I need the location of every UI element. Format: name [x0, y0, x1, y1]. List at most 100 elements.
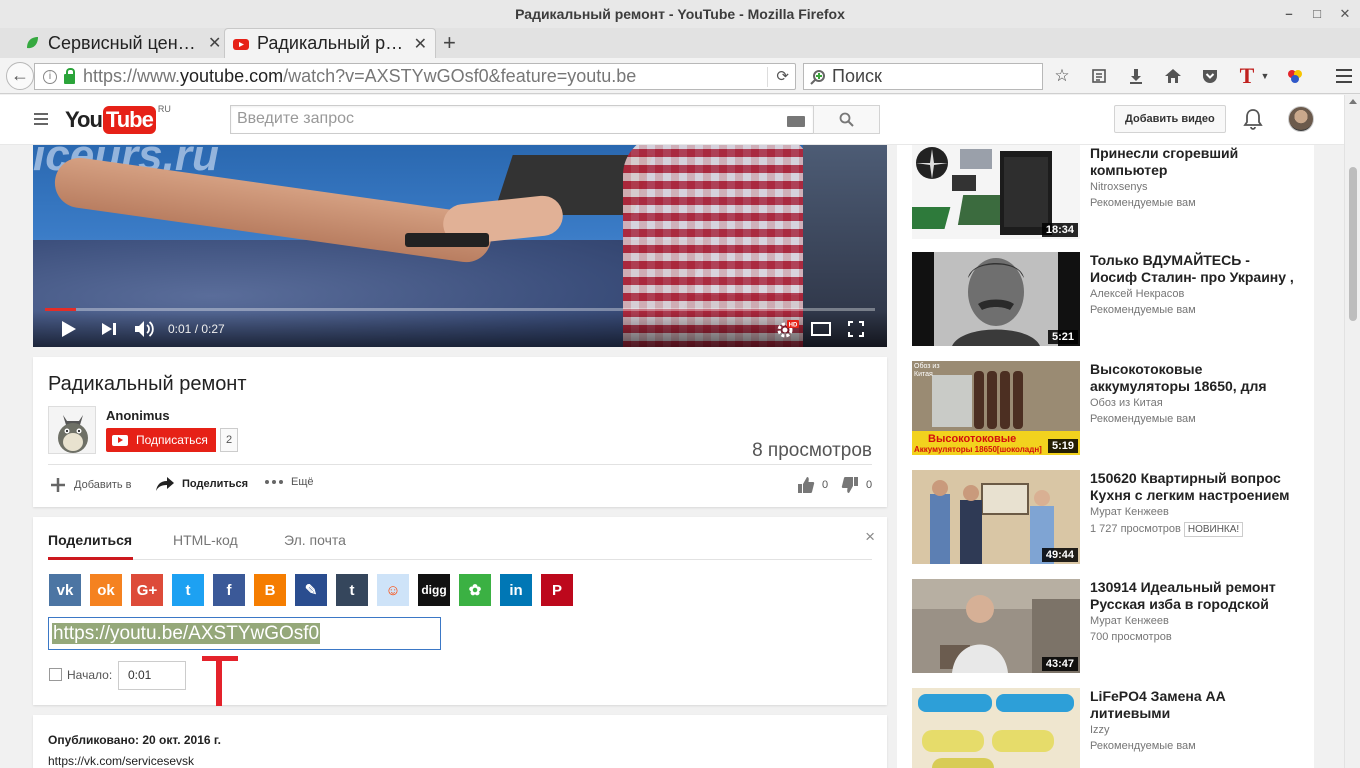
tab-close-icon[interactable]: ✕	[208, 33, 221, 53]
channel-name[interactable]: Алексей Некрасов	[1090, 288, 1184, 300]
linkedin-share-icon[interactable]: in	[500, 574, 532, 606]
vk-share-icon[interactable]: vk	[49, 574, 81, 606]
channel-name[interactable]: Nitroxsenys	[1090, 181, 1147, 193]
reload-icon[interactable]: ⟳	[767, 67, 789, 87]
tab-service-center[interactable]: Сервисный цен… ✕	[16, 28, 229, 58]
tab-youtube[interactable]: Радикальный р… ✕	[224, 28, 436, 58]
bookmark-star-icon[interactable]: ☆	[1050, 64, 1074, 88]
mixi-share-icon[interactable]: ✿	[459, 574, 491, 606]
youtube-search-button[interactable]	[813, 105, 880, 134]
close-window-button[interactable]: ✕	[1338, 0, 1352, 28]
video-thumbnail[interactable]: 43:47	[912, 579, 1080, 673]
video-player[interactable]: iceurs.ru 0:01 / 0:27 HD	[33, 145, 887, 347]
next-icon[interactable]	[101, 322, 117, 336]
browser-search-input[interactable]	[832, 66, 1032, 87]
chevron-down-icon[interactable]: ▼	[1260, 64, 1270, 88]
maximize-button[interactable]: □	[1310, 0, 1324, 28]
start-time-input[interactable]: 0:01	[118, 661, 186, 690]
close-share-button[interactable]: ×	[865, 527, 875, 547]
site-info-icon[interactable]: i	[43, 69, 57, 84]
google-plus-share-icon[interactable]: G+	[131, 574, 163, 606]
page-scrollbar[interactable]	[1344, 95, 1360, 768]
video-meta: Рекомендуемые вам	[1090, 413, 1196, 425]
recommended-video[interactable]: 49:44 150620 Квартирный вопрос Кухня с л…	[912, 470, 1312, 565]
recommended-video[interactable]: Обоз из Китая Высокотоковые Аккумуляторы…	[912, 361, 1312, 456]
video-thumbnail[interactable]: 49:44	[912, 470, 1080, 564]
video-thumbnail[interactable]	[912, 688, 1080, 768]
subscribe-button[interactable]: Подписаться	[106, 428, 216, 452]
description-link[interactable]: https://vk.com/servicesevsk	[48, 754, 194, 768]
scroll-thumb[interactable]	[1349, 167, 1357, 321]
video-title[interactable]: 150620 Квартирный вопрос Кухня с легким …	[1090, 470, 1300, 504]
color-extension-icon[interactable]	[1283, 64, 1307, 88]
download-icon[interactable]	[1124, 64, 1148, 88]
settings-gear-icon[interactable]: HD	[776, 319, 800, 339]
twitter-share-icon[interactable]: t	[172, 574, 204, 606]
channel-name[interactable]: Мурат Кенжеев	[1090, 615, 1169, 627]
add-to-button[interactable]: Добавить в	[49, 476, 132, 494]
channel-name[interactable]: Izzy	[1090, 724, 1110, 736]
reading-list-icon[interactable]	[1087, 64, 1111, 88]
url-bar[interactable]: i https://www.youtube.com/watch?v=AXSTYw…	[34, 63, 796, 90]
search-engine-icon[interactable]	[810, 69, 826, 85]
translate-extension-icon[interactable]: T	[1235, 63, 1259, 88]
facebook-share-icon[interactable]: f	[213, 574, 245, 606]
more-actions-button[interactable]: Ещё	[264, 476, 314, 488]
keyboard-icon[interactable]	[787, 116, 805, 127]
share-button[interactable]: Поделиться	[155, 476, 248, 492]
channel-avatar[interactable]	[48, 406, 96, 454]
upload-video-button[interactable]: Добавить видео	[1114, 105, 1226, 133]
tab-email[interactable]: Эл. почта	[284, 532, 346, 548]
video-title[interactable]: Принесли сгоревший компьютер	[1090, 145, 1300, 179]
channel-name[interactable]: Обоз из Китая	[1090, 397, 1163, 409]
browser-search-bar[interactable]	[803, 63, 1043, 90]
new-tab-button[interactable]: +	[443, 28, 456, 58]
blogger-share-icon[interactable]: B	[254, 574, 286, 606]
recommended-video[interactable]: LiFePO4 Замена AA литиевыми Izzy Рекомен…	[912, 688, 1312, 768]
tab-share[interactable]: Поделиться	[48, 532, 132, 548]
video-title[interactable]: Только ВДУМАЙТЕСЬ - Иосиф Сталин- про Ук…	[1090, 252, 1300, 286]
video-thumbnail[interactable]: 18:34	[912, 145, 1080, 239]
like-button[interactable]: 0	[797, 476, 828, 494]
pinterest-share-icon[interactable]: P	[541, 574, 573, 606]
odnoklassniki-share-icon[interactable]: ok	[90, 574, 122, 606]
digg-share-icon[interactable]: digg	[418, 574, 450, 606]
notifications-bell-icon[interactable]	[1242, 108, 1264, 130]
video-thumbnail[interactable]: Обоз из Китая Высокотоковые Аккумуляторы…	[912, 361, 1080, 455]
tab-close-icon[interactable]: ✕	[414, 34, 427, 54]
youtube-search-box[interactable]	[230, 105, 814, 134]
recommended-video[interactable]: 43:47 130914 Идеальный ремонт Русская из…	[912, 579, 1312, 674]
dislike-button[interactable]: 0	[841, 476, 872, 494]
video-title: Радикальный ремонт	[48, 373, 247, 395]
recommended-video[interactable]: 5:21 Только ВДУМАЙТЕСЬ - Иосиф Сталин- п…	[912, 252, 1312, 347]
hamburger-menu-icon[interactable]	[1332, 64, 1356, 88]
livejournal-share-icon[interactable]: ✎	[295, 574, 327, 606]
start-at-checkbox[interactable]	[49, 668, 62, 681]
theater-mode-icon[interactable]	[811, 322, 831, 336]
share-url-text[interactable]: https://youtu.be/AXSTYwGOsf0	[52, 623, 321, 644]
url-text[interactable]: https://www.youtube.com/watch?v=AXSTYwGO…	[83, 66, 636, 87]
video-title[interactable]: LiFePO4 Замена AA литиевыми	[1090, 688, 1300, 722]
minimize-button[interactable]: –	[1282, 0, 1296, 28]
volume-icon[interactable]	[134, 320, 156, 338]
play-icon[interactable]	[61, 320, 77, 338]
pocket-icon[interactable]	[1198, 64, 1222, 88]
tab-embed[interactable]: HTML-код	[173, 532, 238, 548]
channel-name[interactable]: Мурат Кенжеев	[1090, 506, 1169, 518]
youtube-search-input[interactable]	[231, 106, 771, 132]
guide-menu-icon[interactable]	[34, 113, 48, 125]
video-thumbnail[interactable]: 5:21	[912, 252, 1080, 346]
reddit-share-icon[interactable]: ☺	[377, 574, 409, 606]
home-icon[interactable]	[1161, 64, 1185, 88]
video-title[interactable]: 130914 Идеальный ремонт Русская изба в г…	[1090, 579, 1300, 613]
share-url-field[interactable]: https://youtu.be/AXSTYwGOsf0	[48, 617, 441, 650]
fullscreen-icon[interactable]	[848, 321, 864, 337]
back-button[interactable]: ←	[6, 62, 34, 90]
user-avatar[interactable]	[1288, 106, 1314, 132]
channel-name[interactable]: Anonimus	[106, 408, 170, 423]
video-title[interactable]: Высокотоковые аккумуляторы 18650, для	[1090, 361, 1300, 395]
tumblr-share-icon[interactable]: t	[336, 574, 368, 606]
youtube-logo[interactable]: You Tube RU	[65, 104, 171, 134]
recommended-video[interactable]: 18:34 Принесли сгоревший компьютер Nitro…	[912, 145, 1312, 240]
scroll-up-arrow-icon[interactable]	[1349, 99, 1357, 104]
